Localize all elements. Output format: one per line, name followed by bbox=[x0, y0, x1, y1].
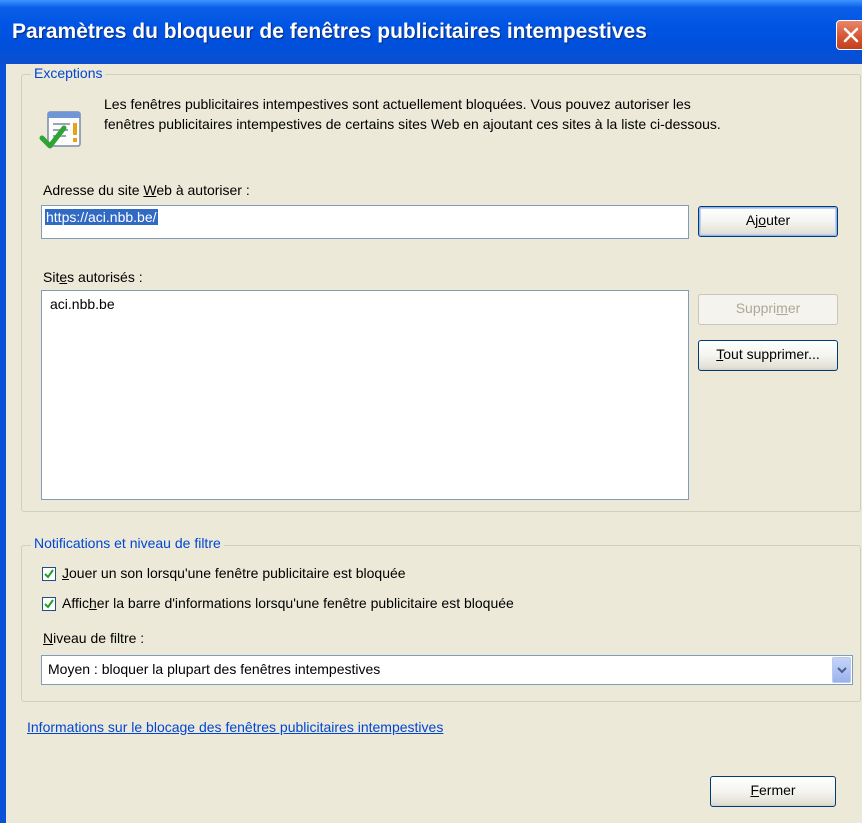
show-infobar-checkbox[interactable] bbox=[42, 597, 56, 611]
address-input[interactable]: https://aci.nbb.be/ bbox=[41, 205, 689, 239]
add-button-pre: Aj bbox=[745, 212, 759, 228]
address-value: https://aci.nbb.be/ bbox=[45, 209, 158, 225]
infobar-label-key: h bbox=[88, 595, 97, 611]
popup-allowed-icon bbox=[38, 108, 86, 156]
address-label: Adresse du site Web à autoriser : bbox=[43, 182, 250, 198]
filter-level-select[interactable]: Moyen : bloquer la plupart des fenêtres … bbox=[41, 655, 853, 685]
infobar-label-post: er la barre d'informations lorsqu'une fe… bbox=[96, 595, 514, 611]
remove-button-pre: Suppri bbox=[735, 300, 777, 316]
address-label-post: eb à autoriser : bbox=[156, 182, 250, 198]
checkmark-icon bbox=[44, 569, 54, 579]
play-sound-label[interactable]: Jouer un son lorsqu'une fenêtre publicit… bbox=[62, 565, 406, 581]
info-text-line1: Les fenêtres publicitaires intempestives… bbox=[104, 96, 691, 112]
show-infobar-label[interactable]: Afficher la barre d'informations lorsqu'… bbox=[62, 595, 514, 611]
window-title: Paramètres du bloqueur de fenêtres publi… bbox=[12, 20, 647, 43]
checkmark-icon bbox=[44, 599, 54, 609]
filter-label-post: iveau de filtre : bbox=[53, 630, 145, 646]
dropdown-button[interactable] bbox=[832, 657, 851, 683]
address-label-key: W bbox=[143, 182, 157, 198]
chevron-down-icon bbox=[837, 667, 847, 674]
infobar-label-pre: Affic bbox=[62, 595, 89, 611]
filter-level-value: Moyen : bloquer la plupart des fenêtres … bbox=[48, 661, 381, 677]
remove-button-key: m bbox=[776, 300, 788, 316]
close-button[interactable] bbox=[836, 20, 862, 50]
info-text-line2: fenêtres publicitaires intempestives de … bbox=[104, 116, 721, 132]
add-button-post: uter bbox=[766, 212, 791, 228]
sites-label-pre: Sit bbox=[43, 269, 60, 285]
notifications-legend: Notifications et niveau de filtre bbox=[31, 535, 224, 551]
title-bar[interactable]: Paramètres du bloqueur de fenêtres publi… bbox=[0, 0, 862, 64]
sites-label-key: e bbox=[59, 269, 68, 285]
filter-label-key: N bbox=[43, 630, 54, 646]
close-dialog-button[interactable]: Fermer bbox=[710, 776, 836, 807]
add-button[interactable]: Ajouter bbox=[698, 206, 838, 237]
allowed-sites-label: Sites autorisés : bbox=[43, 269, 143, 285]
info-link[interactable]: Informations sur le blocage des fenêtres… bbox=[27, 719, 443, 735]
list-item[interactable]: aci.nbb.be bbox=[50, 296, 115, 312]
sound-label-post: ouer un son lorsqu'une fenêtre publicita… bbox=[69, 565, 406, 581]
exceptions-legend: Exceptions bbox=[31, 65, 106, 81]
sound-label-key: J bbox=[62, 565, 69, 581]
filter-level-label: Niveau de filtre : bbox=[43, 630, 144, 646]
play-sound-checkbox[interactable] bbox=[42, 567, 56, 581]
dialog-content: Exceptions Les fenêtres publicitaires in… bbox=[6, 64, 862, 823]
remove-button-post: er bbox=[787, 300, 801, 316]
add-button-key: o bbox=[758, 212, 767, 228]
close-button-key: F bbox=[750, 782, 759, 798]
close-button-post: ermer bbox=[759, 782, 796, 798]
remove-button[interactable]: Supprimer bbox=[698, 294, 838, 325]
remove-all-button[interactable]: Tout supprimer... bbox=[698, 340, 838, 371]
address-label-pre: Adresse du site bbox=[43, 182, 144, 198]
allowed-sites-list[interactable]: aci.nbb.be bbox=[41, 290, 689, 500]
close-icon bbox=[843, 27, 859, 43]
remove-all-button-post: out supprimer... bbox=[723, 346, 820, 362]
sites-label-post: s autorisés : bbox=[67, 269, 143, 285]
